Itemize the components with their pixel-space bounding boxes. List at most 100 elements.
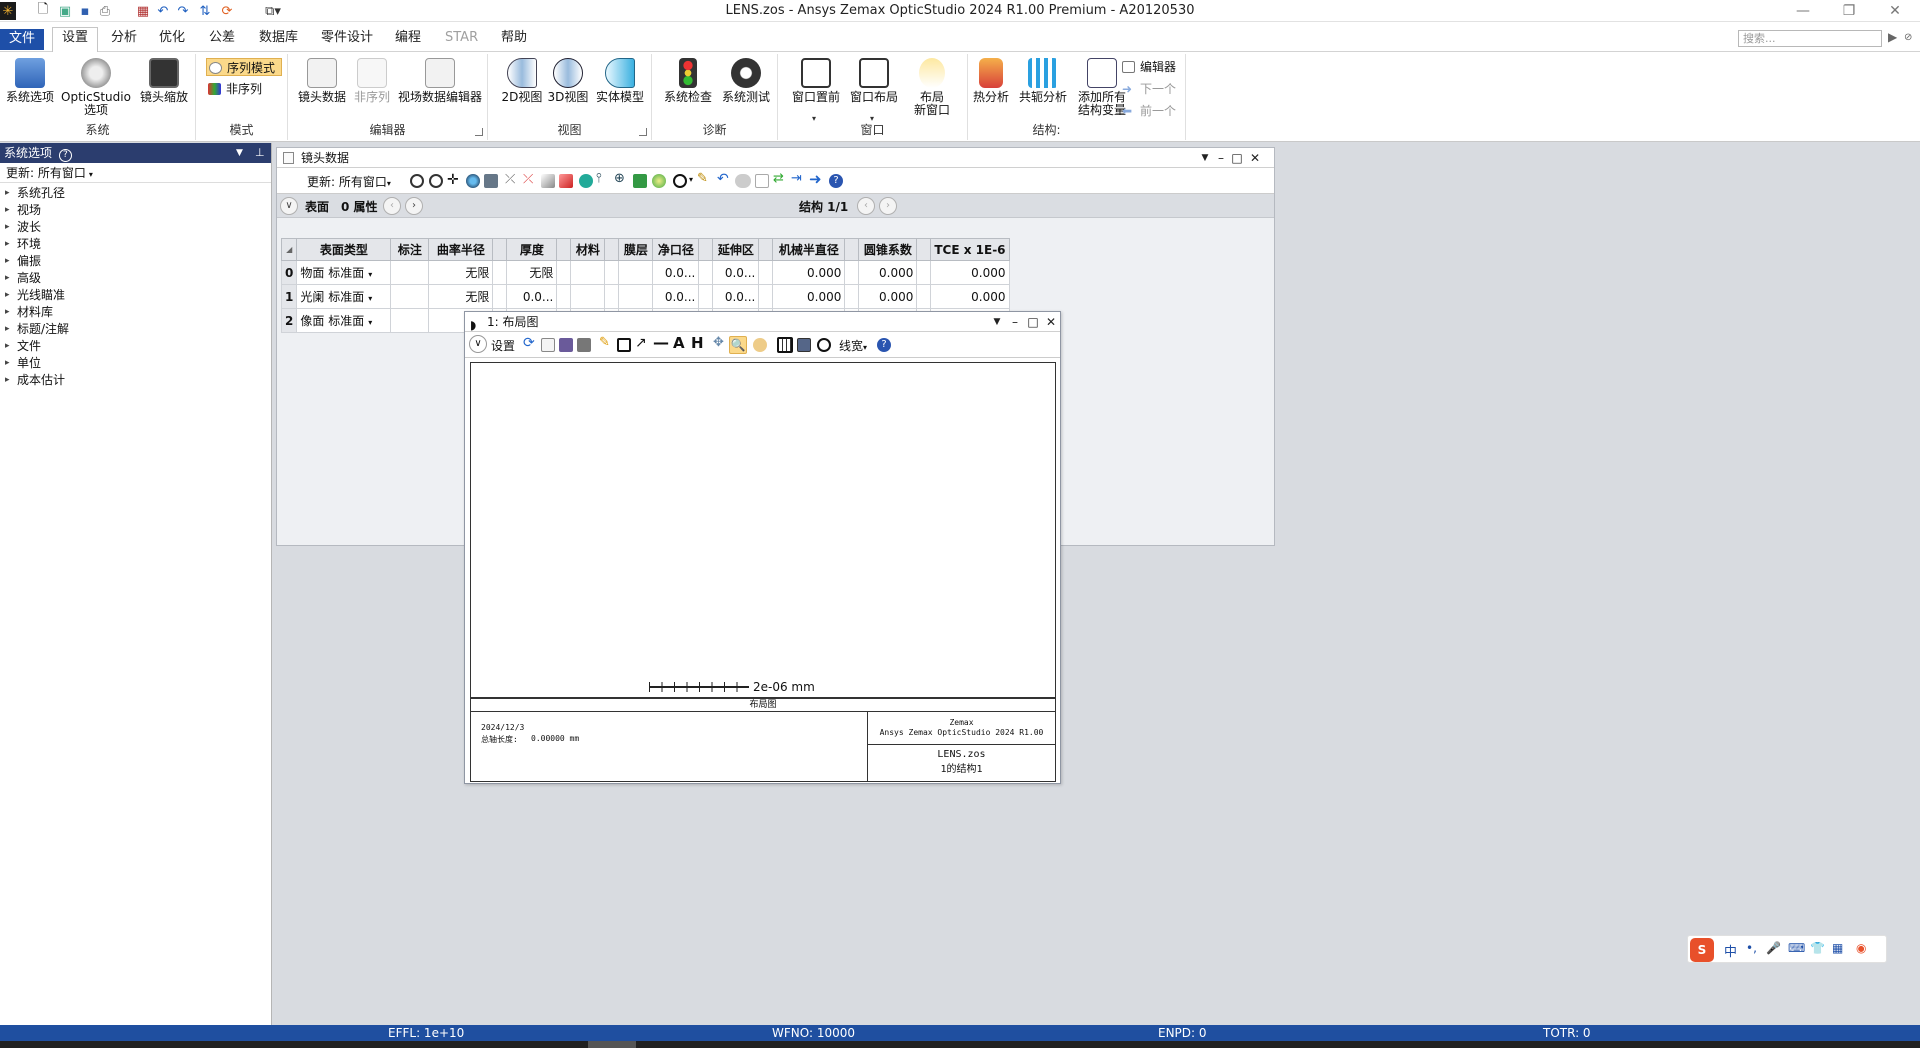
table-row[interactable]: 0 物面 标准面 ▾ 无限 无限 0.0... 0.0... 0.000 0.000 0.000 <box>280 260 1010 285</box>
tce-cell[interactable]: 0.000 <box>930 260 1010 285</box>
field-data-editor-button[interactable]: 视场数据编辑器 <box>396 58 484 104</box>
column-header[interactable]: 标注 <box>390 238 430 261</box>
tree-item[interactable]: ▸ 视场 <box>0 202 271 219</box>
row-number[interactable]: 2 <box>280 308 298 333</box>
surface-type-cell[interactable]: 光阑 标准面 ▾ <box>296 284 392 309</box>
save-icon[interactable] <box>559 338 573 352</box>
update-dropdown[interactable]: 更新: 所有窗口▾ <box>0 163 271 183</box>
coating-cell[interactable] <box>618 284 654 309</box>
text-icon[interactable]: A <box>673 334 687 352</box>
linewidth-dropdown[interactable]: 线宽▾ <box>839 337 867 354</box>
rectangle-icon[interactable] <box>617 338 631 352</box>
tree-item[interactable]: ▸ 文件 <box>0 338 271 355</box>
help-icon[interactable]: ? <box>829 174 843 188</box>
radius-cell[interactable]: 无限 <box>428 284 494 309</box>
tab-tolerance[interactable]: 公差 <box>200 28 244 50</box>
cube-remove-icon[interactable] <box>559 174 573 188</box>
next-surface-icon[interactable]: › <box>405 197 423 215</box>
copy-icon[interactable] <box>541 338 555 352</box>
material-cell[interactable] <box>570 284 606 309</box>
tab-file[interactable]: 文件 <box>0 29 45 50</box>
expand-properties-icon[interactable]: ∨ <box>280 197 298 215</box>
solve-cell[interactable] <box>492 284 508 309</box>
system-options-button[interactable]: 系统选项 <box>4 58 56 104</box>
solve-cell[interactable] <box>556 260 572 285</box>
tree-item[interactable]: ▸ 单位 <box>0 355 271 372</box>
stamp-icon[interactable] <box>753 338 767 352</box>
non-sequential-mode-button[interactable]: 非序列 <box>206 80 282 98</box>
column-header[interactable]: 厚度 <box>506 238 558 261</box>
system-test-button[interactable]: 系统测试 <box>718 58 774 104</box>
coating-cell[interactable] <box>618 260 654 285</box>
lens-data-button[interactable]: 镜头数据 <box>296 58 348 104</box>
help-icon[interactable]: ? <box>877 338 891 352</box>
non-sequential-editor-button[interactable]: 非序列 <box>350 58 394 104</box>
thickness-cell[interactable]: 0.0... <box>506 284 558 309</box>
solve-cell[interactable] <box>758 284 774 309</box>
tab-setup[interactable]: 设置 <box>52 27 99 53</box>
minimize-icon[interactable]: — <box>1780 0 1826 22</box>
solid-model-button[interactable]: 实体模型 <box>592 58 648 104</box>
arrow-right-icon[interactable]: ➜ <box>809 170 823 188</box>
maximize-icon[interactable]: □ <box>1025 312 1041 332</box>
editors-dialog-launcher[interactable] <box>475 128 483 136</box>
toggle-icon[interactable] <box>735 174 751 188</box>
thermal-analysis-button[interactable]: 热分析 <box>968 58 1014 104</box>
solve-cell[interactable] <box>916 284 932 309</box>
aperture-icon[interactable] <box>673 174 687 188</box>
window-menu-icon[interactable]: ▼ <box>1197 148 1213 168</box>
clear-semi-dia-cell[interactable]: 0.0... <box>652 284 700 309</box>
row-number[interactable]: 0 <box>280 260 298 285</box>
help-icon[interactable]: ? <box>58 149 72 162</box>
surface-type-cell[interactable]: 像面 标准面 ▾ <box>296 308 392 333</box>
window-to-front-button[interactable]: 窗口置前 ▾ <box>788 58 844 123</box>
clear-semi-dia-cell[interactable]: 0.0... <box>652 260 700 285</box>
print-icon[interactable] <box>577 338 591 352</box>
comment-cell[interactable] <box>390 308 430 333</box>
tree-item[interactable]: ▸ 光线瞄准 <box>0 287 271 304</box>
column-header[interactable]: 曲率半径 <box>428 238 494 261</box>
pin-icon[interactable]: ⊥ <box>255 143 265 163</box>
pick-remove-icon[interactable]: ⤫ <box>523 172 537 187</box>
material-cell[interactable] <box>570 260 606 285</box>
tree-item[interactable]: ▸ 标题/注解 <box>0 321 271 338</box>
tce-cell[interactable]: 0.000 <box>930 284 1010 309</box>
solve-cell[interactable] <box>698 284 714 309</box>
keyboard-icon[interactable]: ⌨ <box>1788 941 1805 955</box>
undo-icon[interactable]: ↶ <box>717 171 731 187</box>
mech-semi-dia-cell[interactable]: 0.000 <box>772 260 846 285</box>
sequential-mode-button[interactable]: 序列模式 <box>206 58 282 76</box>
toolbox-icon[interactable]: ▦ <box>1832 941 1843 955</box>
chip-zone-cell[interactable]: 0.0... <box>712 284 760 309</box>
crosshair-icon[interactable]: ✛ <box>447 172 461 188</box>
column-header[interactable]: 材料 <box>570 238 606 261</box>
prev-surface-icon[interactable]: ‹ <box>383 197 401 215</box>
settings-button[interactable]: 设置 <box>491 337 515 354</box>
close-icon[interactable]: ✕ <box>1247 148 1263 168</box>
column-header[interactable]: TCE x 1E-6 <box>930 238 1010 261</box>
minimize-icon[interactable]: – <box>1007 312 1023 332</box>
tree-item[interactable]: ▸ 高级 <box>0 270 271 287</box>
layout-plot-area[interactable]: 2e-06 mm <box>470 362 1056 698</box>
line-icon[interactable]: — <box>653 333 669 352</box>
tab-part-designer[interactable]: 零件设计 <box>312 28 382 50</box>
arrow-icon[interactable]: ↗ <box>635 335 649 351</box>
flag-icon[interactable] <box>633 174 647 188</box>
tree-item[interactable]: ▸ 系统孔径 <box>0 185 271 202</box>
tree-item[interactable]: ▸ 偏振 <box>0 253 271 270</box>
lens-scale-button[interactable]: 镜头缩放 <box>136 58 192 104</box>
column-header[interactable]: 膜层 <box>618 238 654 261</box>
restore-icon[interactable]: ❐ <box>1826 0 1872 22</box>
solve-cell[interactable] <box>556 284 572 309</box>
prev-config-button[interactable]: ⬅ 前一个 <box>1120 102 1184 120</box>
column-header[interactable]: 表面类型 <box>296 238 392 261</box>
chip-zone-cell[interactable]: 0.0... <box>712 260 760 285</box>
dimension-icon[interactable]: H <box>691 334 705 352</box>
solve-cell[interactable] <box>844 284 860 309</box>
opticstudio-options-button[interactable]: OpticStudio 选项 <box>60 58 132 117</box>
panel-dropdown-icon[interactable]: ▼ <box>236 143 243 163</box>
tree-item[interactable]: ▸ 环境 <box>0 236 271 253</box>
conic-cell[interactable]: 0.000 <box>858 284 918 309</box>
help-expand-icon[interactable]: ⊘ <box>1904 32 1912 43</box>
next-config-icon[interactable]: › <box>879 197 897 215</box>
